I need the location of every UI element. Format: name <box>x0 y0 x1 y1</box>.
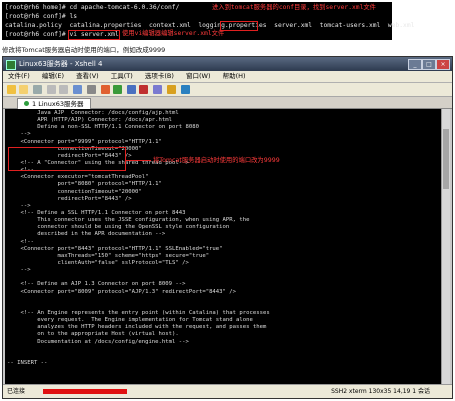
highlight-box <box>68 30 120 40</box>
new-window-icon[interactable] <box>127 85 136 94</box>
terminal-line: maxThreads="150" scheme="https" secure="… <box>7 252 210 259</box>
help-icon[interactable] <box>181 85 190 94</box>
terminal-line: port="8080" protocol="HTTP/1.1" <box>7 181 162 188</box>
window-title: Linux63服务器 - Xshell 4 <box>19 60 103 68</box>
print-icon[interactable] <box>87 85 96 94</box>
tab-session[interactable]: 1 Linux63服务器 <box>17 98 91 109</box>
terminal-line: on to the appropriate Host (virtual host… <box>7 331 179 338</box>
highlight-box <box>220 21 258 31</box>
open-folder-icon[interactable] <box>19 85 28 94</box>
xshell-window: Linux63服务器 - Xshell 4 _ □ × 文件(F) 编辑(E) … <box>2 56 453 399</box>
annotation-arrow <box>125 160 151 161</box>
search-icon[interactable] <box>73 85 82 94</box>
terminal-line: Define a non-SSL HTTP/1.1 Connector on p… <box>7 124 199 131</box>
terminal-line: clientAuth="false" sslProtocol="TLS" /> <box>7 259 189 266</box>
terminal-scrollbar[interactable] <box>441 109 450 384</box>
terminal-line: described in the APR documentation --> <box>7 231 166 238</box>
redacted-address <box>43 389 127 394</box>
terminal-line: --> <box>7 131 31 138</box>
title-bar[interactable]: Linux63服务器 - Xshell 4 _ □ × <box>3 57 452 71</box>
connected-status-icon <box>24 101 29 106</box>
port-highlight-box <box>8 147 126 171</box>
terminal-line: analyzes the HTTP headers included with … <box>7 324 267 331</box>
minimize-button[interactable]: _ <box>408 59 422 70</box>
terminal-line: Documentation at /docs/config/engine.htm… <box>7 338 189 345</box>
tab-bar: 1 Linux63服务器 <box>3 97 452 109</box>
annotation-note: 进入到tomcat服务器的conf目录，找到server.xml文件 <box>212 4 376 11</box>
app-icon <box>6 60 16 70</box>
font-icon[interactable] <box>113 85 122 94</box>
color-scheme-icon[interactable] <box>101 85 110 94</box>
toolbar <box>3 83 452 97</box>
caption-text: 修改将Tomcat服务器启动时使用的端口，例如改成9999 <box>2 46 166 54</box>
terminal-line: <!-- <box>7 238 34 245</box>
menu-help[interactable]: 帮助(H) <box>218 71 251 82</box>
annotation-note: 使用vi编辑器编辑server.xml文件 <box>122 30 225 37</box>
scrollbar-thumb[interactable] <box>443 129 449 189</box>
connection-status: 已连接 <box>7 388 26 395</box>
terminal-line: <Connector executor="tomcatThreadPool" <box>7 174 149 181</box>
top-terminal-snippet: [root@rh6 home]# cd apache-tomcat-6.0.36… <box>2 2 414 40</box>
terminal-line: <!-- Define a SSL HTTP/1.1 Connector on … <box>7 209 186 216</box>
paste-icon[interactable] <box>59 85 68 94</box>
record-icon[interactable] <box>139 85 148 94</box>
maximize-button[interactable]: □ <box>422 59 436 70</box>
terminal-line: <Connector port="8443" protocol="HTTP/1.… <box>7 245 223 252</box>
session-info: SSH2 xterm 130x35 14,19 1 会话 <box>331 388 430 395</box>
tab-label: 1 Linux63服务器 <box>32 100 84 108</box>
disconnect-icon[interactable] <box>33 85 42 94</box>
terminal-line: connector should be using the OpenSSL st… <box>7 224 230 231</box>
terminal-line: every request. The Engine implementation… <box>7 317 253 324</box>
menu-view[interactable]: 查看(V) <box>71 71 104 82</box>
terminal-line: <Connector port="8009" protocol="AJP/1.3… <box>7 288 237 295</box>
terminal-line: <!-- An Engine represents the entry poin… <box>7 309 270 316</box>
terminal-line: --> <box>7 202 31 209</box>
menu-tools[interactable]: 工具(T) <box>106 71 138 82</box>
menu-edit[interactable]: 编辑(E) <box>37 71 69 82</box>
menu-bar: 文件(F) 编辑(E) 查看(V) 工具(T) 选项卡(B) 窗口(W) 帮助(… <box>3 71 452 83</box>
new-session-icon[interactable] <box>7 85 16 94</box>
status-bar: 已连接 SSH2 xterm 130x35 14,19 1 会话 <box>3 384 452 398</box>
terminal-line: redirectPort="8443" /> <box>7 195 132 202</box>
terminal-line: [root@rh6 conf]# ls <box>5 13 78 20</box>
menu-tabs[interactable]: 选项卡(B) <box>140 71 179 82</box>
copy-icon[interactable] <box>47 85 56 94</box>
terminal-line: connectionTimeout="20000" <box>7 188 142 195</box>
menu-file[interactable]: 文件(F) <box>3 71 35 82</box>
insert-mode-indicator: -- INSERT -- <box>7 359 48 366</box>
port-annotation: 将Tomcat服务器启动时使用的端口改为9999 <box>153 157 280 164</box>
terminal-line: --> <box>7 267 31 274</box>
menu-window[interactable]: 窗口(W) <box>181 71 216 82</box>
terminal-line: Java AJP Connector: /docs/config/ajp.htm… <box>7 110 179 116</box>
lock-icon[interactable] <box>167 85 176 94</box>
terminal-line: <!-- Define an AJP 1.3 Connector on port… <box>7 281 186 288</box>
terminal-line: This connector uses the JSSE configurati… <box>7 217 250 224</box>
terminal-line: <Connector port="9999" protocol="HTTP/1.… <box>7 138 162 145</box>
close-button[interactable]: × <box>436 59 450 70</box>
terminal-line: APR (HTTP/AJP) Connector: /docs/apr.html <box>7 117 173 124</box>
transfer-icon[interactable] <box>153 85 162 94</box>
